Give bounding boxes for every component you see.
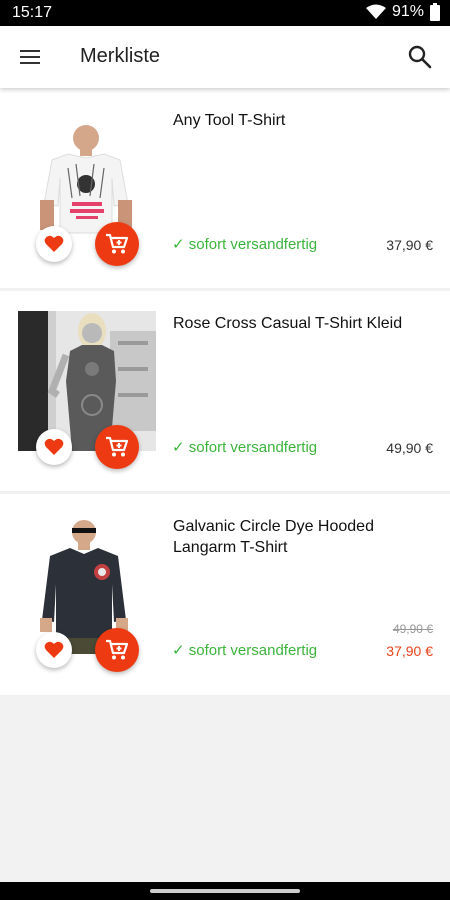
home-gesture-handle[interactable] [150, 889, 300, 893]
system-nav-bar [0, 882, 450, 900]
app-bar: Merkliste [0, 26, 450, 88]
heart-icon [44, 641, 64, 658]
add-to-cart-button[interactable] [95, 628, 139, 672]
battery-percent: 91% [391, 3, 424, 20]
add-to-cart-icon [106, 436, 129, 457]
list-item[interactable]: Galvanic Circle Dye Hooded Langarm T-Shi… [0, 494, 450, 695]
status-time: 15:17 [12, 4, 53, 21]
add-to-cart-button[interactable] [95, 425, 139, 469]
availability-status: ✓ sofort versandfertig [172, 439, 318, 456]
product-name[interactable]: Any Tool T-Shirt [173, 110, 435, 131]
product-image[interactable] [18, 311, 156, 451]
product-image[interactable] [18, 514, 156, 654]
favorite-button[interactable] [36, 429, 72, 465]
availability-status: ✓ sofort versandfertig [172, 642, 318, 659]
original-price: 49,90 € [392, 622, 433, 636]
favorite-button[interactable] [36, 632, 72, 668]
status-bar: 15:17 91% [0, 0, 450, 26]
product-price: 49,90 € [386, 440, 433, 456]
list-item[interactable]: Rose Cross Casual T-Shirt Kleid ✓ sofort… [0, 291, 450, 494]
wifi-icon [365, 4, 386, 20]
availability-status: ✓ sofort versandfertig [172, 236, 318, 253]
product-name[interactable]: Galvanic Circle Dye Hooded Langarm T-Shi… [173, 516, 435, 558]
add-to-cart-button[interactable] [95, 222, 139, 266]
heart-icon [44, 438, 64, 455]
menu-icon[interactable] [18, 45, 44, 69]
sale-price: 37,90 € [386, 643, 433, 659]
search-icon[interactable] [406, 43, 434, 71]
favorite-button[interactable] [36, 226, 72, 262]
battery-icon [430, 3, 440, 21]
status-icons: 91% [365, 3, 440, 21]
list-item[interactable]: Any Tool T-Shirt ✓ sofort versandfertig … [0, 88, 450, 291]
add-to-cart-icon [106, 639, 129, 660]
page-title: Merkliste [80, 45, 161, 67]
product-name[interactable]: Rose Cross Casual T-Shirt Kleid [173, 313, 435, 334]
product-image[interactable] [18, 108, 156, 248]
heart-icon [44, 235, 64, 252]
wishlist: Any Tool T-Shirt ✓ sofort versandfertig … [0, 88, 450, 695]
product-price: 37,90 € [386, 237, 433, 253]
add-to-cart-icon [106, 233, 129, 254]
